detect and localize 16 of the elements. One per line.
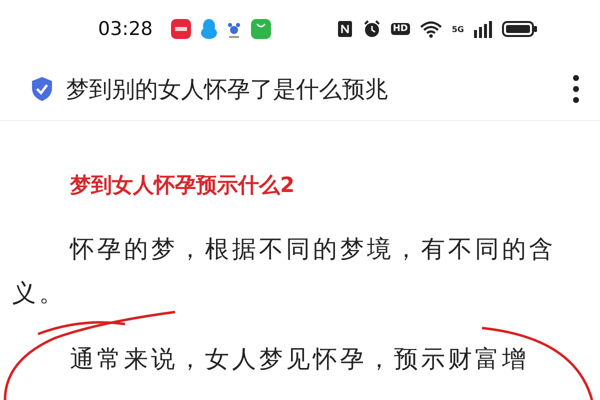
battery-icon [502,20,538,38]
article-heading: 梦到女人怀孕预示什么2 [70,172,296,199]
article-paragraph: 怀孕的梦，根据不同的梦境，有不同的含义。 [12,235,556,307]
nfc-icon [336,20,353,38]
network-label: 5G [452,24,464,34]
article-paragraph: 通常来说，女人梦见怀孕，预示财富增 [70,345,529,373]
hd-icon: HD [390,23,410,35]
more-options-icon[interactable] [572,74,580,104]
status-time: 03:28 [98,18,153,40]
shield-check-icon [30,76,54,102]
page-title: 梦到别的女人怀孕了是什么预兆 [66,76,389,104]
wifi-icon [420,20,442,38]
shopping-bag-icon [250,19,271,39]
signal-icon [474,20,492,38]
alarm-icon [362,20,381,38]
penguin-icon [200,19,217,39]
